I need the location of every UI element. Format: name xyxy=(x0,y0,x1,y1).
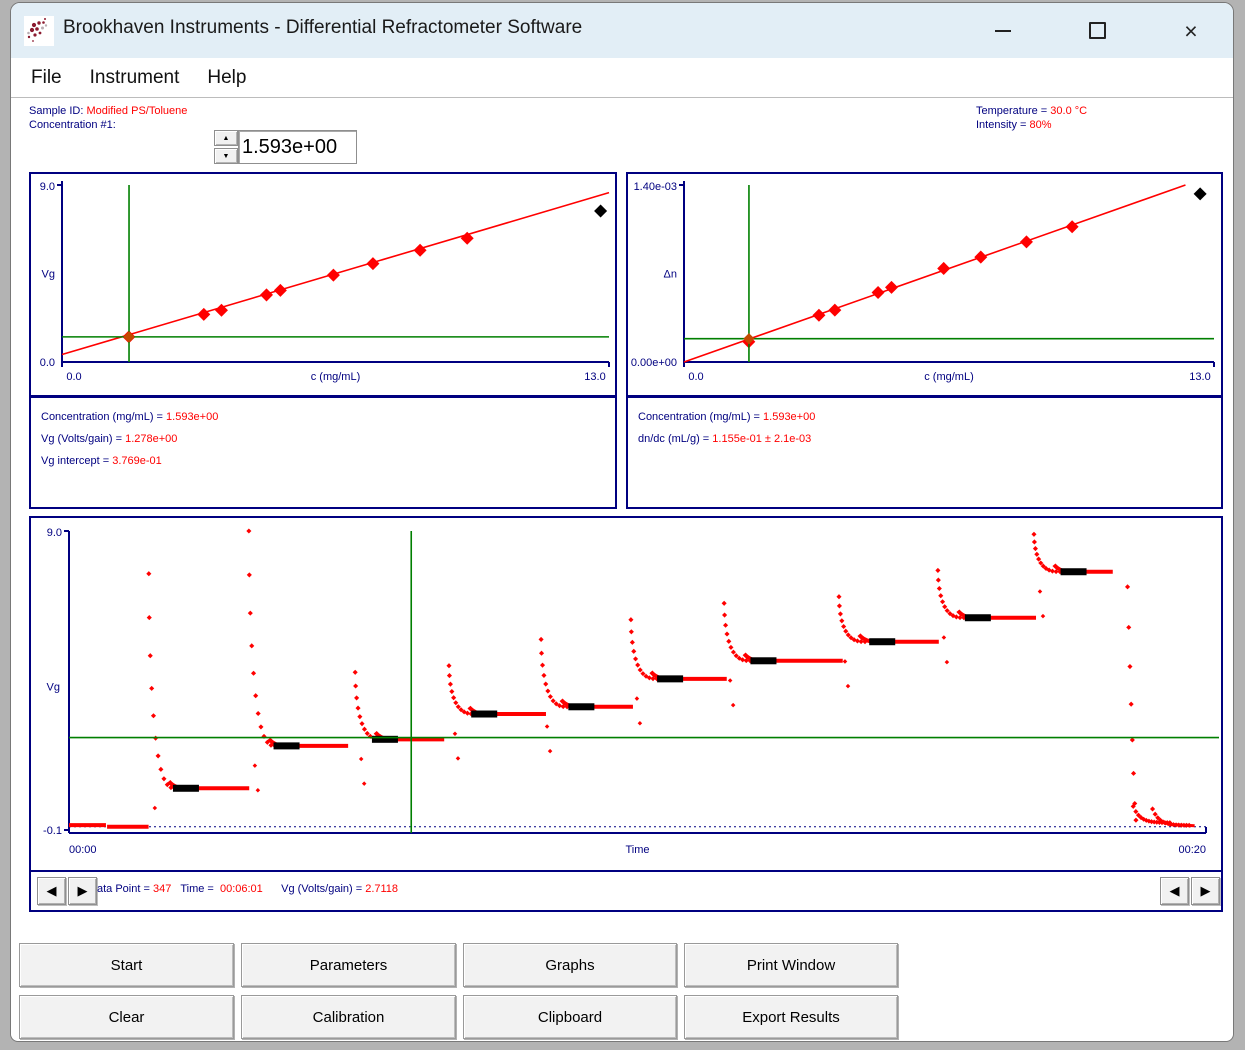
next-datapoint-button-left[interactable]: ▶ xyxy=(68,877,97,905)
close-icon: × xyxy=(1184,22,1197,40)
svg-text:Δn: Δn xyxy=(664,269,677,281)
temperature-label: Temperature = xyxy=(976,105,1050,117)
close-button[interactable]: × xyxy=(1182,22,1200,40)
svg-text:0.0: 0.0 xyxy=(688,371,703,383)
spin-down-icon: ▼ xyxy=(223,153,230,160)
svg-text:0.0: 0.0 xyxy=(40,357,55,369)
app-logo-icon xyxy=(24,16,54,46)
print-window-button[interactable]: Print Window xyxy=(684,943,898,987)
sample-id-value: Modified PS/Toluene xyxy=(86,105,187,117)
datapoint-readout: ata Point = 347 Time = 00:06:01 Vg (Volt… xyxy=(97,883,398,895)
vg-vs-c-chart-panel: 9.0 0.0 Vg 0.0 13.0 c (mg/mL) xyxy=(29,172,617,397)
export-results-button[interactable]: Export Results xyxy=(684,995,898,1039)
sample-id-label: Sample ID: xyxy=(29,105,86,117)
prev-datapoint-button-left[interactable]: ◀ xyxy=(37,877,66,905)
arrow-left-icon: ◀ xyxy=(1170,883,1180,899)
clear-button[interactable]: Clear xyxy=(19,995,234,1039)
intensity-label: Intensity = xyxy=(976,119,1030,131)
concentration-number-label: Concentration #1: xyxy=(29,119,116,131)
vg-vs-time-chart[interactable]: 9.0 -0.1 Vg 00:00 Time 00:20 xyxy=(31,518,1221,875)
calibration-button[interactable]: Calibration xyxy=(241,995,456,1039)
svg-text:13.0: 13.0 xyxy=(584,371,605,383)
start-button[interactable]: Start xyxy=(19,943,234,987)
svg-text:1.40e-03: 1.40e-03 xyxy=(634,181,677,193)
menu-file[interactable]: File xyxy=(17,67,76,89)
dndc-results-panel: Concentration (mg/mL) = 1.593e+00 dn/dc … xyxy=(626,396,1223,509)
svg-text:c (mg/mL): c (mg/mL) xyxy=(924,371,974,383)
dn-vs-c-chart: 1.40e-03 0.00e+00 Δn 0.0 13.0 c (mg/mL) xyxy=(628,174,1221,400)
result-line: Concentration (mg/mL) = 1.593e+00 xyxy=(41,406,605,428)
menu-help[interactable]: Help xyxy=(193,67,260,89)
menu-instrument[interactable]: Instrument xyxy=(76,67,194,89)
svg-text:00:20: 00:20 xyxy=(1178,844,1206,856)
spin-up-button[interactable]: ▲ xyxy=(214,130,238,146)
prev-datapoint-button-right[interactable]: ◀ xyxy=(1160,877,1189,905)
svg-text:00:00: 00:00 xyxy=(69,844,97,856)
concentration-stepper: ▲ ▼ xyxy=(214,130,238,164)
spin-up-icon: ▲ xyxy=(223,135,230,142)
svg-text:9.0: 9.0 xyxy=(47,527,62,539)
clipboard-button[interactable]: Clipboard xyxy=(463,995,677,1039)
result-line: Vg intercept = 3.769e-01 xyxy=(41,450,605,472)
svg-text:Vg: Vg xyxy=(47,682,60,694)
arrow-right-icon: ▶ xyxy=(78,883,88,899)
client-area: Sample ID: Modified PS/Toluene Concentra… xyxy=(11,98,1233,1041)
app-window: Brookhaven Instruments - Differential Re… xyxy=(10,2,1234,1042)
minimize-icon xyxy=(995,30,1011,32)
minimize-button[interactable] xyxy=(994,22,1012,40)
parameters-button[interactable]: Parameters xyxy=(241,943,456,987)
svg-text:c (mg/mL): c (mg/mL) xyxy=(311,371,361,383)
menu-bar: File Instrument Help xyxy=(11,58,1233,98)
svg-text:13.0: 13.0 xyxy=(1189,371,1210,383)
arrow-left-icon: ◀ xyxy=(47,883,57,899)
dn-vs-c-chart-panel: 1.40e-03 0.00e+00 Δn 0.0 13.0 c (mg/mL) xyxy=(626,172,1223,397)
svg-text:-0.1: -0.1 xyxy=(43,825,62,837)
temperature-value: 30.0 °C xyxy=(1050,105,1087,117)
instrument-status: Temperature = 30.0 °C Intensity = 80% xyxy=(976,104,1087,132)
sample-info: Sample ID: Modified PS/Toluene Concentra… xyxy=(29,104,187,132)
vg-results-panel: Concentration (mg/mL) = 1.593e+00 Vg (Vo… xyxy=(29,396,617,509)
title-bar: Brookhaven Instruments - Differential Re… xyxy=(11,3,1233,58)
vg-vs-time-chart-panel: 9.0 -0.1 Vg 00:00 Time 00:20 ◀ ▶ ata Point = … xyxy=(29,516,1223,912)
svg-text:Time: Time xyxy=(625,844,649,856)
arrow-right-icon: ▶ xyxy=(1201,883,1211,899)
graphs-button[interactable]: Graphs xyxy=(463,943,677,987)
svg-text:Vg: Vg xyxy=(42,269,55,281)
maximize-icon xyxy=(1089,22,1106,39)
datapoint-status-bar: ◀ ▶ ata Point = 347 Time = 00:06:01 Vg (… xyxy=(31,870,1221,910)
svg-text:9.0: 9.0 xyxy=(40,181,55,193)
window-title: Brookhaven Instruments - Differential Re… xyxy=(63,17,582,39)
vg-vs-c-chart: 9.0 0.0 Vg 0.0 13.0 c (mg/mL) xyxy=(31,174,615,400)
intensity-value: 80% xyxy=(1030,119,1052,131)
result-line: Vg (Volts/gain) = 1.278e+00 xyxy=(41,428,605,450)
next-datapoint-button-right[interactable]: ▶ xyxy=(1191,877,1220,905)
result-line: dn/dc (mL/g) = 1.155e-01 ± 2.1e-03 xyxy=(638,428,1211,450)
svg-text:0.0: 0.0 xyxy=(66,371,81,383)
svg-text:0.00e+00: 0.00e+00 xyxy=(631,357,677,369)
result-line: Concentration (mg/mL) = 1.593e+00 xyxy=(638,406,1211,428)
maximize-button[interactable] xyxy=(1088,22,1106,40)
concentration-input[interactable] xyxy=(238,130,357,164)
spin-down-button[interactable]: ▼ xyxy=(214,148,238,164)
